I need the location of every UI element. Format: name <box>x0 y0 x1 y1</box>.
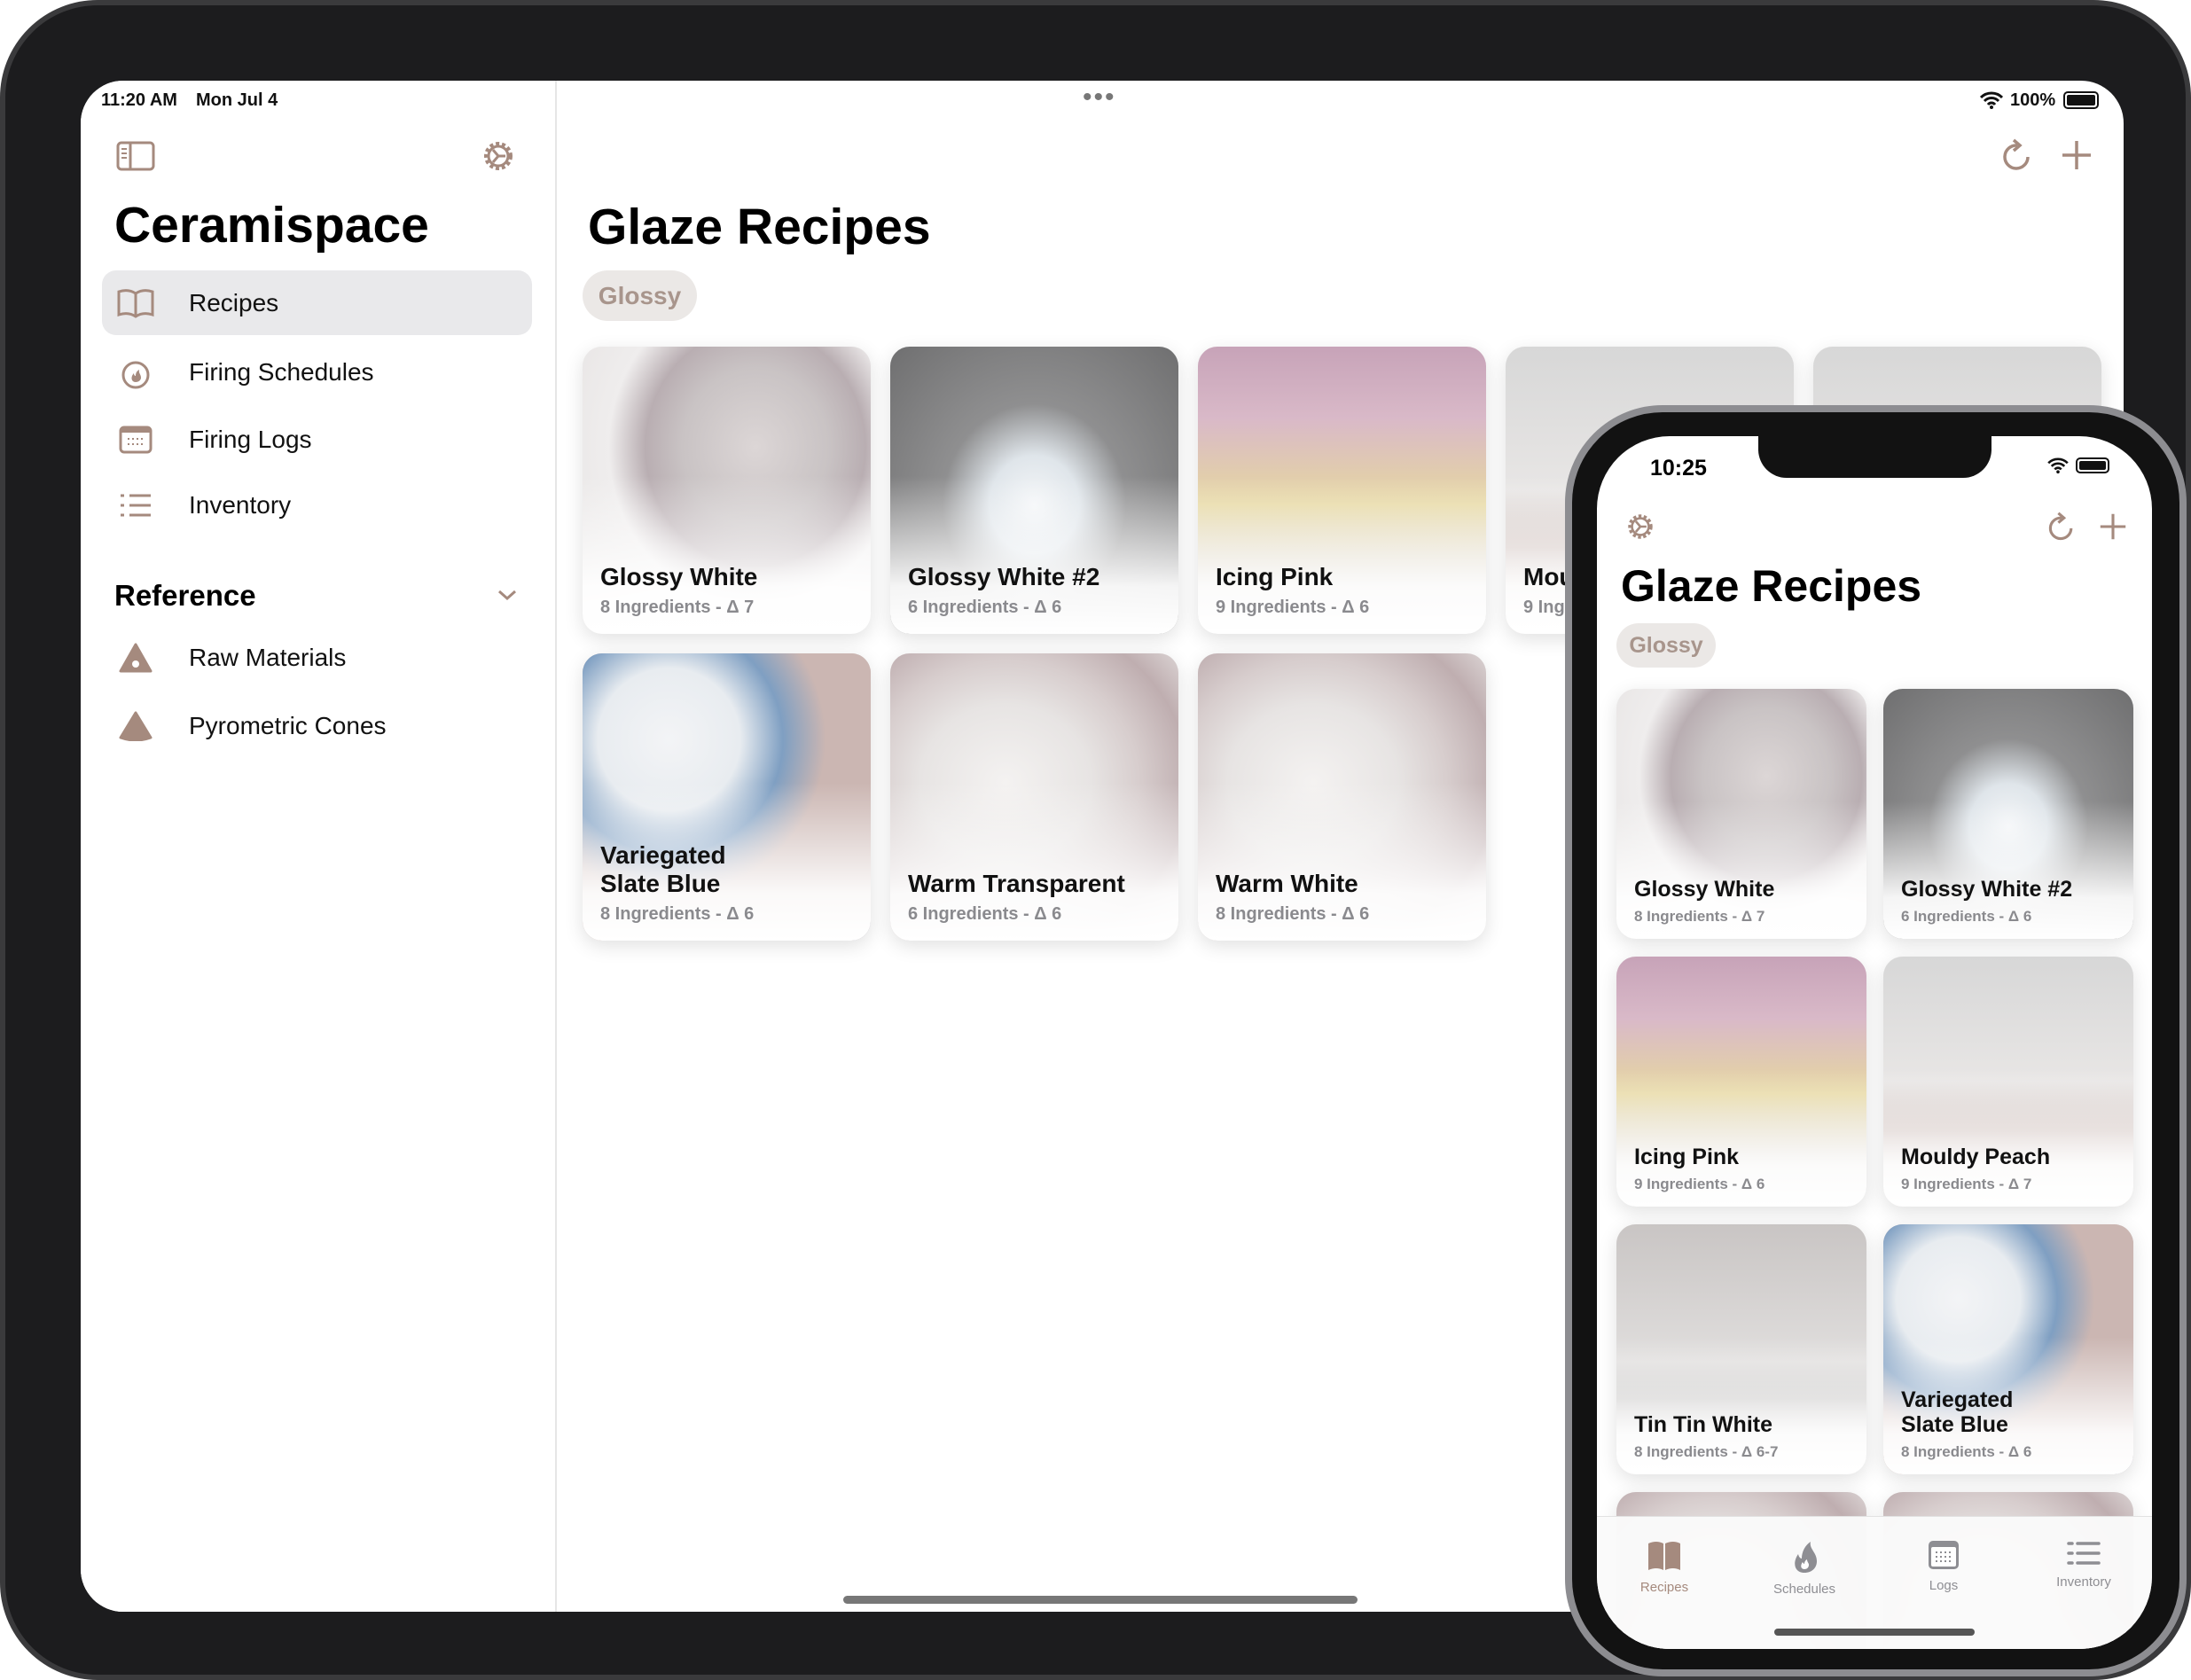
tab-schedules[interactable]: Schedules <box>1751 1540 1858 1597</box>
recipe-card[interactable]: Mouldy Peach 9 Ingredients - Δ 7 <box>1883 957 2133 1207</box>
sidebar-item-recipes[interactable]: Recipes <box>102 270 532 335</box>
recipe-subtitle: 9 Ingredients - Δ 6 <box>1216 598 1370 617</box>
sidebar-item-firing-logs[interactable]: Firing Logs <box>102 407 532 472</box>
recipe-title: Warm Transparent <box>908 869 1125 897</box>
sidebar-item-label: Firing Schedules <box>189 357 374 386</box>
recipe-title: Variegated Slate Blue <box>600 840 726 897</box>
notch <box>1758 436 1991 478</box>
app-title: Ceramispace <box>114 197 429 254</box>
multitask-dots[interactable]: ••• <box>1083 82 1116 113</box>
page-title: Glaze Recipes <box>588 199 931 255</box>
filter-chip-glossy[interactable]: Glossy <box>583 270 697 321</box>
recipe-card[interactable]: Glossy White 8 Ingredients - Δ 7 <box>1616 689 1866 939</box>
recipe-card[interactable]: Glossy White 8 Ingredients - Δ 7 <box>583 347 871 634</box>
book-icon <box>1648 1542 1680 1570</box>
chevron-down-icon[interactable] <box>497 589 517 601</box>
recipe-card[interactable]: Icing Pink 9 Ingredients - Δ 6 <box>1616 957 1866 1207</box>
list-icon <box>116 486 155 525</box>
recipe-title: Glossy White #2 <box>1901 877 2073 903</box>
wifi-icon <box>2047 457 2069 473</box>
refresh-icon[interactable] <box>1999 137 2035 175</box>
sidebar-icon[interactable] <box>116 141 155 171</box>
recipe-card[interactable]: Warm Transparent 6 Ingredients - Δ 6 <box>890 653 1178 941</box>
tab-label: Schedules <box>1772 1582 1836 1597</box>
flame-icon <box>116 353 155 392</box>
book-icon <box>116 284 155 323</box>
sidebar-item-label: Inventory <box>189 490 292 519</box>
cone-icon <box>116 707 155 746</box>
gear-icon[interactable] <box>480 137 517 175</box>
recipe-subtitle: 8 Ingredients - Δ 6 <box>600 904 755 924</box>
status-time: 10:25 <box>1650 456 1707 481</box>
tab-recipes[interactable]: Recipes <box>1611 1540 1718 1595</box>
add-icon[interactable] <box>2099 512 2127 541</box>
recipe-card[interactable]: Variegated Slate Blue 8 Ingredients - Δ 6 <box>1883 1224 2133 1474</box>
battery-percent: 100% <box>2010 90 2056 110</box>
wifi-icon <box>1980 91 2003 109</box>
recipe-title: Icing Pink <box>1634 1145 1740 1170</box>
recipe-card[interactable]: Tin Tin White 8 Ingredients - Δ 6-7 <box>1616 1224 1866 1474</box>
filter-chip-glossy[interactable]: Glossy <box>1616 623 1716 668</box>
sidebar-item-label: Firing Logs <box>189 425 312 453</box>
section-header-reference[interactable]: Reference <box>114 579 256 613</box>
recipe-card[interactable]: Glossy White #2 6 Ingredients - Δ 6 <box>890 347 1178 634</box>
tab-inventory[interactable]: Inventory <box>2031 1540 2137 1590</box>
recipe-title: Variegated Slate Blue <box>1901 1387 2014 1438</box>
tab-label: Logs <box>1929 1578 1959 1593</box>
recipe-subtitle: 8 Ingredients - Δ 7 <box>600 598 755 617</box>
recipe-subtitle: 8 Ingredients - Δ 6 <box>1901 1442 2032 1460</box>
status-time: 11:20 AM <box>101 90 177 110</box>
calendar-icon <box>116 420 155 459</box>
sidebar-item-raw-materials[interactable]: Raw Materials <box>102 625 532 690</box>
recipe-title: Warm White <box>1216 869 1358 897</box>
recipe-title: Mouldy Peach <box>1901 1145 2051 1170</box>
recipe-subtitle: 6 Ingredients - Δ 6 <box>1901 907 2032 925</box>
recipe-card[interactable]: Icing Pink 9 Ingredients - Δ 6 <box>1198 347 1486 634</box>
raw-materials-icon <box>116 638 155 677</box>
recipe-subtitle: 8 Ingredients - Δ 7 <box>1634 907 1765 925</box>
recipe-title: Tin Tin White <box>1634 1412 1773 1438</box>
tab-label: Inventory <box>2056 1575 2111 1590</box>
recipe-card[interactable]: Glossy White #2 6 Ingredients - Δ 6 <box>1883 689 2133 939</box>
refresh-icon[interactable] <box>2046 511 2078 544</box>
recipe-title: Glossy White <box>600 562 758 590</box>
sidebar-item-label: Pyrometric Cones <box>189 711 387 739</box>
sidebar: Ceramispace Recipes Firing Schedules Fir… <box>81 81 557 1612</box>
gear-icon[interactable] <box>1624 511 1656 543</box>
calendar-icon <box>1929 1541 1959 1569</box>
iphone-screen: 10:25 Glaze Recipes Glossy Glossy White 8… <box>1597 436 2152 1649</box>
home-indicator[interactable] <box>843 1596 1358 1604</box>
recipe-subtitle: 9 Ingredients - Δ 6 <box>1634 1175 1765 1192</box>
recipe-card[interactable]: Variegated Slate Blue 8 Ingredients - Δ 6 <box>583 653 871 941</box>
recipe-subtitle: 8 Ingredients - Δ 6 <box>1216 904 1370 924</box>
sidebar-item-label: Recipes <box>189 288 279 316</box>
iphone-device: 10:25 Glaze Recipes Glossy Glossy White 8… <box>1565 405 2187 1676</box>
recipe-title: Glossy White #2 <box>908 562 1100 590</box>
recipe-subtitle: 9 Ingredients - Δ 7 <box>1901 1175 2032 1192</box>
recipe-title: Icing Pink <box>1216 562 1334 590</box>
recipe-card[interactable]: Warm White 8 Ingredients - Δ 6 <box>1198 653 1486 941</box>
battery-icon <box>2076 457 2109 473</box>
recipe-subtitle: 8 Ingredients - Δ 6-7 <box>1634 1442 1779 1460</box>
battery-icon <box>2063 91 2099 109</box>
flame-icon <box>1795 1542 1817 1573</box>
sidebar-item-firing-schedules[interactable]: Firing Schedules <box>102 340 532 404</box>
tab-label: Recipes <box>1639 1580 1689 1595</box>
page-title: Glaze Recipes <box>1621 561 1922 611</box>
list-icon <box>2067 1542 2101 1565</box>
sidebar-item-label: Raw Materials <box>189 643 347 671</box>
recipe-title: Glossy White <box>1634 877 1775 903</box>
sidebar-item-pyrometric-cones[interactable]: Pyrometric Cones <box>102 693 532 758</box>
add-icon[interactable] <box>2061 139 2093 171</box>
recipe-subtitle: 6 Ingredients - Δ 6 <box>908 598 1062 617</box>
recipe-subtitle: 6 Ingredients - Δ 6 <box>908 904 1062 924</box>
sidebar-item-inventory[interactable]: Inventory <box>102 473 532 537</box>
status-date: Mon Jul 4 <box>196 90 278 110</box>
home-indicator[interactable] <box>1774 1629 1975 1636</box>
tab-logs[interactable]: Logs <box>1890 1540 1997 1593</box>
